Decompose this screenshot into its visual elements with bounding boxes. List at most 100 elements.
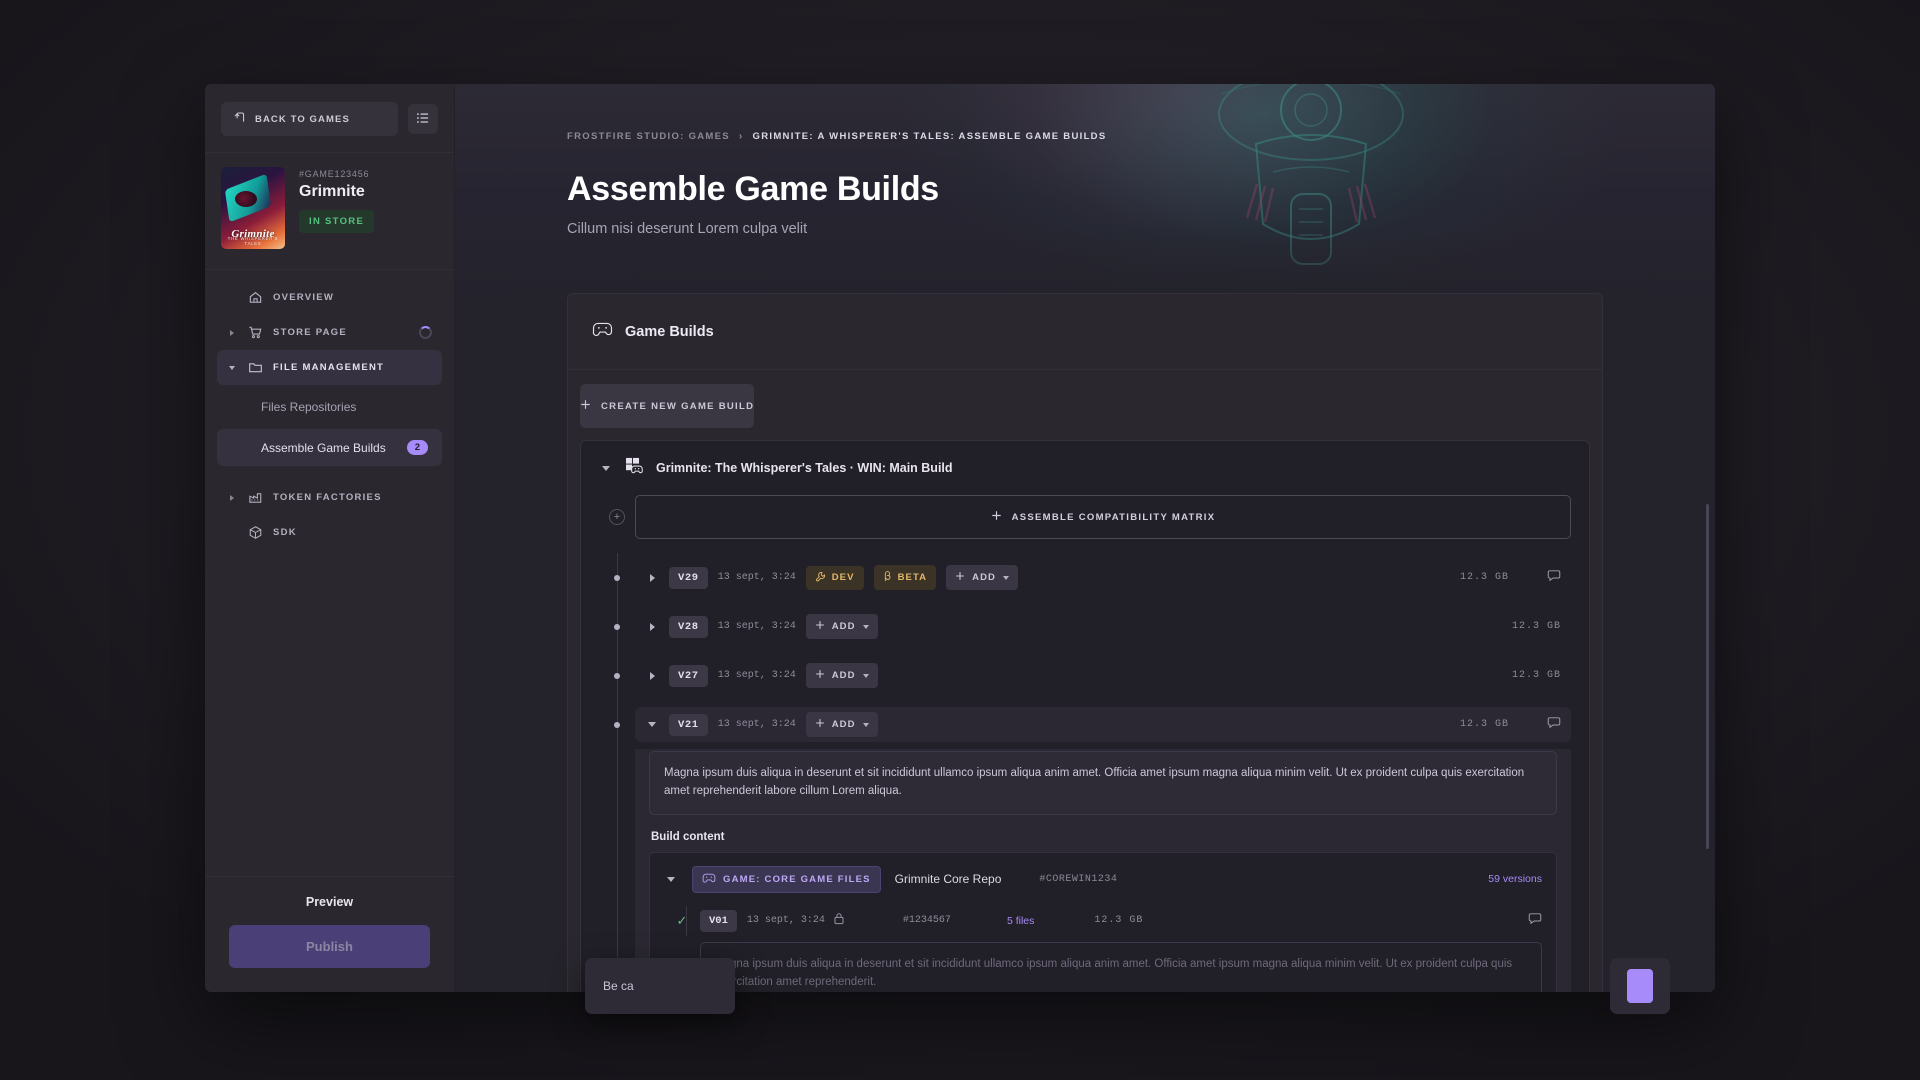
add-tag-button[interactable]: ADD	[805, 614, 878, 639]
create-new-game-build-button[interactable]: CREATE NEW GAME BUILD	[580, 384, 755, 428]
build-content-card: GAME: CORE GAME FILES Grimnite Core Repo…	[649, 851, 1557, 992]
plus-circle-icon[interactable]: +	[609, 509, 625, 525]
factory-icon	[247, 490, 263, 505]
beta-icon	[883, 570, 892, 585]
version-size: 12.3 GB	[1511, 621, 1561, 632]
sidebar-item-label: STORE PAGE	[273, 327, 347, 338]
toast-action-button[interactable]	[1610, 958, 1670, 1014]
timeline-dot-col	[599, 672, 635, 679]
sidebar-item-sdk[interactable]: SDK	[217, 515, 442, 550]
panel-header: Game Builds	[568, 294, 1602, 370]
repo-name: Grimnite Core Repo	[894, 872, 1002, 887]
version-row[interactable]: V29 13 sept, 3:24 DEV BETA ADD 12.3 GB	[599, 553, 1571, 602]
chevron-right-icon	[227, 494, 237, 501]
create-new-game-build-label: CREATE NEW GAME BUILD	[601, 400, 755, 412]
plus-icon	[955, 571, 965, 584]
repo-versions-link[interactable]: 59 versions	[1488, 873, 1542, 885]
chevron-down-icon	[862, 722, 869, 727]
version-body[interactable]: V28 13 sept, 3:24 ADD 12.3 GB	[635, 609, 1571, 644]
comment-icon[interactable]	[1547, 715, 1561, 734]
sidebar-subitem-assemble-game-builds[interactable]: Assemble Game Builds 2	[217, 429, 442, 466]
page-subtitle: Cillum nisi deserunt Lorem culpa velit	[567, 221, 808, 237]
sidebar-item-token-factories[interactable]: TOKEN FACTORIES	[217, 480, 442, 515]
version-size: 12.3 GB	[1459, 719, 1509, 730]
scrollbar-thumb[interactable]	[1706, 504, 1709, 849]
toast-notification: Be ca	[585, 958, 735, 1014]
list-view-button[interactable]	[408, 104, 438, 134]
version-chip: V21	[669, 713, 708, 736]
chevron-down-icon[interactable]	[645, 722, 659, 727]
scroll-container[interactable]: FROSTFIRE STUDIO: GAMES › GRIMNITE: A WH…	[455, 84, 1715, 992]
repo-id: #COREWIN1234	[1039, 873, 1118, 885]
version-body[interactable]: V21 13 sept, 3:24 ADD 12.3 GB	[635, 707, 1571, 742]
chevron-right-icon[interactable]	[645, 573, 659, 582]
version-body[interactable]: V27 13 sept, 3:24 ADD 12.3 GB	[635, 658, 1571, 693]
breadcrumb: FROSTFIRE STUDIO: GAMES › GRIMNITE: A WH…	[567, 131, 1715, 142]
repo-file-row[interactable]: ✓ V01 13 sept, 3:24 #1234567 5 files 12.…	[650, 905, 1556, 936]
timeline-dot-col	[599, 574, 635, 581]
game-card[interactable]: Grimnite THE WHISPERER'S TALES #GAME1234…	[205, 152, 454, 270]
file-note-field[interactable]: Magna ipsum duis aliqua in deserunt et s…	[700, 941, 1542, 992]
toast-text: Be ca	[603, 979, 634, 993]
build-header[interactable]: Grimnite: The Whisperer's Tales · WIN: M…	[581, 441, 1589, 495]
gamepad-icon	[592, 320, 613, 343]
add-tag-label: ADD	[831, 670, 856, 681]
sidebar-subitem-files-repositories[interactable]: Files Repositories	[217, 389, 442, 425]
add-tag-button[interactable]: ADD	[946, 565, 1019, 590]
chevron-down-icon[interactable]	[664, 876, 678, 882]
panel-title: Game Builds	[625, 323, 714, 340]
chevron-down-icon	[227, 365, 237, 370]
chevron-right-icon[interactable]	[645, 671, 659, 680]
file-date: 13 sept, 3:24	[746, 915, 825, 927]
timeline-dot-col	[599, 721, 635, 728]
sidebar-item-store-page[interactable]: STORE PAGE	[217, 315, 442, 350]
file-check-col: ✓	[664, 914, 700, 927]
back-to-games-button[interactable]: BACK TO GAMES	[221, 102, 398, 136]
add-tag-button[interactable]: ADD	[805, 663, 878, 688]
file-size: 12.3 GB	[1094, 915, 1144, 927]
version-row[interactable]: V27 13 sept, 3:24 ADD 12.3 GB	[599, 651, 1571, 700]
timeline-dot-col	[599, 623, 635, 630]
gamepad-icon	[702, 872, 716, 887]
sidebar-subitem-badge: 2	[406, 440, 428, 455]
main-content: FROSTFIRE STUDIO: GAMES › GRIMNITE: A WH…	[455, 84, 1715, 992]
add-tag-label: ADD	[831, 621, 856, 632]
version-row[interactable]: V28 13 sept, 3:24 ADD 12.3 GB	[599, 602, 1571, 651]
version-body[interactable]: V29 13 sept, 3:24 DEV BETA ADD 12.3 GB	[635, 560, 1571, 595]
sidebar-item-overview[interactable]: OVERVIEW	[217, 280, 442, 315]
home-icon	[247, 290, 263, 305]
sidebar-item-label: OVERVIEW	[273, 292, 335, 303]
version-size: 12.3 GB	[1511, 670, 1561, 681]
chevron-right-icon[interactable]	[645, 622, 659, 631]
sidebar-item-label: SDK	[273, 527, 297, 538]
version-date: 13 sept, 3:24	[717, 621, 796, 632]
tag-dev[interactable]: DEV	[805, 565, 864, 590]
plus-icon	[815, 669, 825, 682]
version-chip: V28	[669, 615, 708, 638]
chevron-down-icon[interactable]	[599, 465, 613, 471]
plus-icon	[991, 510, 1002, 524]
publish-button[interactable]: Publish	[229, 925, 430, 968]
breadcrumb-current: GRIMNITE: A WHISPERER'S TALES: ASSEMBLE …	[752, 131, 1107, 142]
breadcrumb-root[interactable]: FROSTFIRE STUDIO: GAMES	[567, 131, 730, 142]
comment-icon[interactable]	[1547, 568, 1561, 587]
sidebar-item-file-management[interactable]: FILE MANAGEMENT	[217, 350, 442, 385]
app-window: BACK TO GAMES Grimnite THE WHISPERER'S T…	[205, 84, 1715, 992]
assemble-compatibility-matrix-button[interactable]: ASSEMBLE COMPATIBILITY MATRIX	[635, 495, 1571, 539]
add-tag-button[interactable]: ADD	[805, 712, 878, 737]
file-version-chip: V01	[700, 909, 737, 932]
repo-header[interactable]: GAME: CORE GAME FILES Grimnite Core Repo…	[650, 853, 1556, 906]
version-row[interactable]: V21 13 sept, 3:24 ADD 12.3 GB	[599, 700, 1571, 749]
back-to-games-label: BACK TO GAMES	[255, 113, 350, 125]
folder-icon	[247, 360, 263, 375]
preview-link[interactable]: Preview	[229, 895, 430, 909]
tag-beta[interactable]: BETA	[873, 565, 937, 590]
build-description: Magna ipsum duis aliqua in deserunt et s…	[649, 751, 1557, 815]
file-count-link[interactable]: 5 files	[1007, 915, 1034, 927]
windows-gamepad-icon	[625, 457, 644, 479]
build-block: Grimnite: The Whisperer's Tales · WIN: M…	[580, 440, 1590, 992]
version-date: 13 sept, 3:24	[717, 670, 796, 681]
content-type-tag-core-label: GAME: CORE GAME FILES	[723, 873, 871, 885]
chevron-right-icon	[227, 329, 237, 336]
comment-icon[interactable]	[1528, 911, 1542, 930]
